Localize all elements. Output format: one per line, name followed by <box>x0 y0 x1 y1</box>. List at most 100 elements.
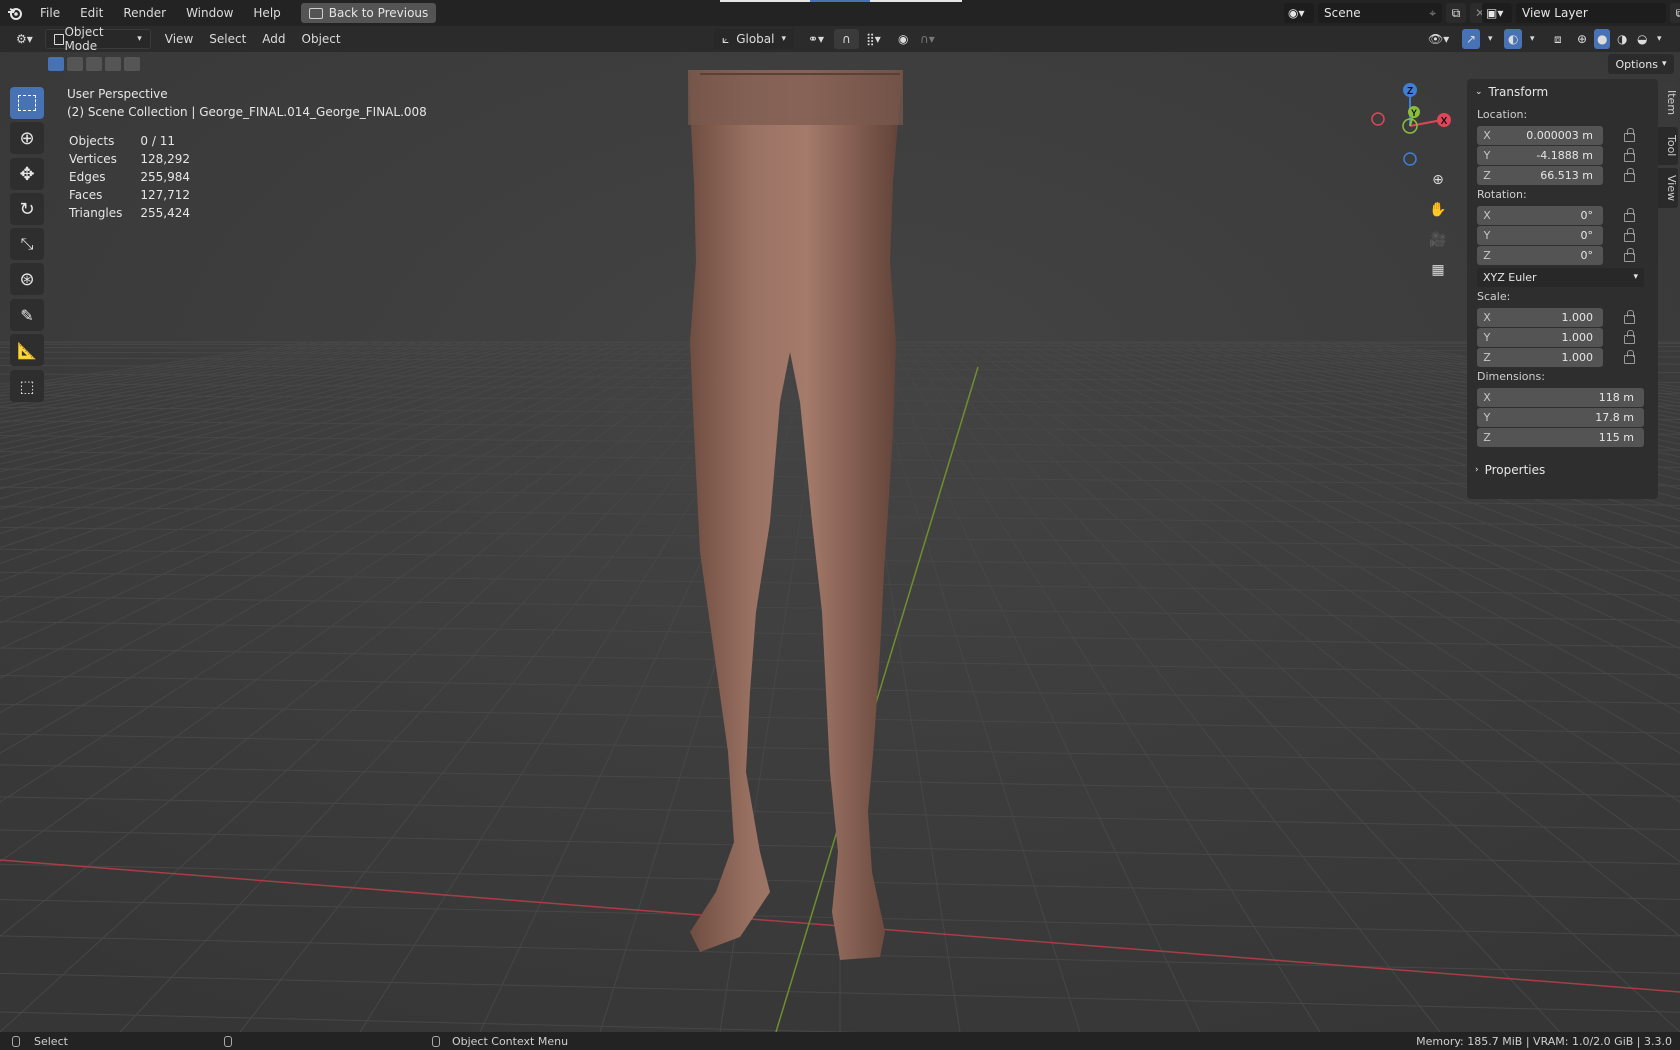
rotation-x-field[interactable]: X 0° <box>1477 205 1603 225</box>
shading-dropdown[interactable]: ▾ <box>1654 29 1665 49</box>
scene-statistics: Objects 0 / 11 Vertices 128,292 Edges 255,9… <box>67 131 208 223</box>
tool-measure[interactable]: 📐 <box>10 334 44 366</box>
axis-label: Y <box>1483 228 1491 242</box>
3d-viewport[interactable]: ⊕ ✥ ↻ ⤡ ⊛ ✎ 📐 ⬚ User Perspective (2) Sce… <box>0 52 1680 1032</box>
lock-icon[interactable] <box>1621 310 1637 324</box>
tab-tool[interactable]: Tool <box>1658 127 1678 165</box>
scale-x-field[interactable]: X 1.000 <box>1477 307 1603 327</box>
falloff-dropdown[interactable]: ∩▾ <box>912 29 943 49</box>
lock-icon[interactable] <box>1621 228 1637 242</box>
stat-label: Edges <box>69 170 106 184</box>
perspective-toggle-button[interactable]: ▦ <box>1425 257 1451 283</box>
menu-edit[interactable]: Edit <box>70 0 113 26</box>
shading-wireframe-button[interactable]: ⊕ <box>1574 29 1590 49</box>
gizmo-dropdown[interactable]: ▾ <box>1484 29 1497 49</box>
tool-add-cube[interactable]: ⬚ <box>10 370 44 402</box>
location-z-field[interactable]: Z 66.513 m <box>1477 165 1603 185</box>
lock-icon[interactable] <box>1621 248 1637 262</box>
tab-view[interactable]: View <box>1658 168 1678 208</box>
zoom-icon: ⊕ <box>1432 172 1444 188</box>
snap-target-dropdown[interactable]: ⣿▾ <box>858 29 889 49</box>
lock-icon[interactable] <box>1621 168 1637 182</box>
tool-annotate[interactable]: ✎ <box>10 299 44 331</box>
select-subtract-icon[interactable] <box>86 57 102 71</box>
transform-orientation-dropdown[interactable]: ⟀ Global ▾ <box>714 29 794 49</box>
scale-icon: ⤡ <box>20 234 34 253</box>
scale-z-field[interactable]: Z 1.000 <box>1477 347 1603 367</box>
menu-file[interactable]: File <box>30 0 70 26</box>
navigation-gizmo[interactable]: Z X Y <box>1366 82 1462 178</box>
collection-label: (2) Scene Collection | George_FINAL.014_… <box>67 105 427 119</box>
gizmo-toggle[interactable]: ↗ <box>1462 29 1481 49</box>
tool-select-box[interactable] <box>10 87 44 119</box>
menu-object[interactable]: Object <box>294 29 349 49</box>
new-scene-button[interactable]: ⧉ <box>1446 3 1466 23</box>
scale-y-field[interactable]: Y 1.000 <box>1477 327 1603 347</box>
scene-browse-button[interactable]: ◉▾ <box>1284 3 1314 23</box>
falloff-curve-icon: ∩▾ <box>920 32 935 46</box>
rotation-y-field[interactable]: Y 0° <box>1477 225 1603 245</box>
back-to-previous-button[interactable]: Back to Previous <box>300 3 437 23</box>
properties-panel-header[interactable]: › Properties <box>1467 457 1658 483</box>
menu-window[interactable]: Window <box>176 0 243 26</box>
lock-icon[interactable] <box>1621 148 1637 162</box>
menu-render[interactable]: Render <box>113 0 176 26</box>
rotation-z-field[interactable]: Z 0° <box>1477 245 1603 265</box>
pan-button[interactable]: ✋ <box>1425 197 1451 223</box>
selection-mode-row <box>48 57 140 71</box>
snap-toggle[interactable]: ∩ <box>834 29 859 49</box>
zoom-button[interactable]: ⊕ <box>1425 167 1451 193</box>
lock-icon[interactable] <box>1621 208 1637 222</box>
xray-toggle[interactable]: ⧈ <box>1550 29 1566 49</box>
shading-rendered-button[interactable]: ◒ <box>1634 29 1650 49</box>
neg-x-axis-handle[interactable] <box>1371 112 1385 126</box>
menu-add[interactable]: Add <box>254 29 293 49</box>
tool-move[interactable]: ✥ <box>10 158 44 190</box>
dimensions-z-field[interactable]: Z 115 m <box>1477 427 1644 447</box>
rotation-mode-dropdown[interactable]: XYZ Euler ▾ <box>1477 267 1644 287</box>
menu-help[interactable]: Help <box>243 0 290 26</box>
select-new-icon[interactable] <box>48 57 64 71</box>
chevron-down-icon: ▾ <box>1633 272 1638 282</box>
select-box-icon <box>18 95 36 111</box>
lock-icon[interactable] <box>1621 128 1637 142</box>
new-view-layer-button[interactable]: ⧉ <box>1670 3 1680 23</box>
select-invert-icon[interactable] <box>105 57 121 71</box>
dimensions-y-field[interactable]: Y 17.8 m <box>1477 407 1644 427</box>
select-intersect-icon[interactable] <box>124 57 140 71</box>
pin-icon[interactable]: ⌖ <box>1429 6 1436 21</box>
neg-z-axis-handle[interactable] <box>1403 152 1417 166</box>
tab-item[interactable]: Item <box>1658 82 1678 124</box>
menu-select[interactable]: Select <box>201 29 254 49</box>
view-layer-name: View Layer <box>1522 6 1588 20</box>
tool-rotate[interactable]: ↻ <box>10 193 44 225</box>
options-dropdown[interactable]: Options ▾ <box>1608 54 1674 74</box>
blender-logo-icon[interactable] <box>0 6 30 20</box>
dimensions-x-field[interactable]: X 118 m <box>1477 387 1644 407</box>
camera-view-button[interactable]: 🎥 <box>1425 227 1451 253</box>
tool-shelf: ⊕ ✥ ↻ ⤡ ⊛ ✎ 📐 ⬚ <box>10 87 44 405</box>
overlays-toggle[interactable]: ◐ <box>1504 29 1523 49</box>
tool-transform[interactable]: ⊛ <box>10 263 44 295</box>
transform-panel-header[interactable]: ⌄ Transform <box>1467 79 1658 105</box>
scene-selector[interactable]: Scene ⌖ <box>1318 3 1442 23</box>
location-x-field[interactable]: X 0.000003 m <box>1477 125 1603 145</box>
editor-type-button[interactable]: ⚙▾ <box>8 29 41 49</box>
stat-label: Objects <box>69 134 115 148</box>
lock-icon[interactable] <box>1621 350 1637 364</box>
view-layer-browse-button[interactable]: ▣▾ <box>1482 3 1512 23</box>
select-extend-icon[interactable] <box>67 57 83 71</box>
tool-scale[interactable]: ⤡ <box>10 228 44 260</box>
tool-cursor[interactable]: ⊕ <box>10 122 44 154</box>
field-value: 0° <box>1580 208 1594 222</box>
lock-icon[interactable] <box>1621 330 1637 344</box>
shading-solid-button[interactable]: ● <box>1594 29 1611 49</box>
menu-view[interactable]: View <box>157 29 201 49</box>
pivot-point-dropdown[interactable]: ⚭▾ <box>800 29 832 49</box>
mode-selector[interactable]: Object Mode ▾ <box>44 25 151 53</box>
visibility-dropdown[interactable]: 👁▾ <box>1420 29 1457 49</box>
shading-material-button[interactable]: ◑ <box>1614 29 1630 49</box>
view-layer-selector[interactable]: View Layer <box>1516 3 1666 23</box>
location-y-field[interactable]: Y -4.1888 m <box>1477 145 1603 165</box>
overlays-dropdown[interactable]: ▾ <box>1526 29 1539 49</box>
